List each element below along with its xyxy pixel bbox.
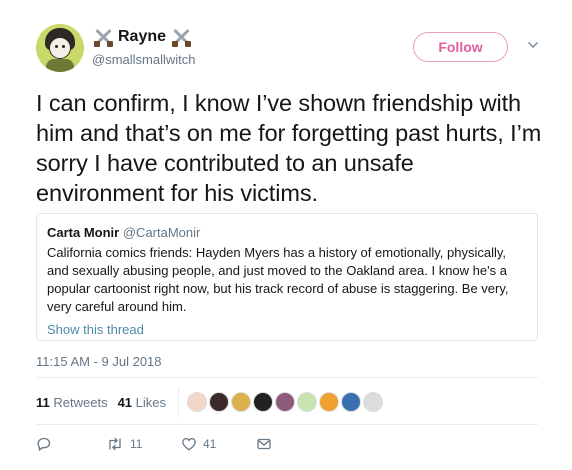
retweet-icon [109, 437, 121, 451]
divider [36, 377, 538, 378]
liker-avatar[interactable] [231, 392, 252, 412]
follow-button[interactable]: Follow [413, 32, 508, 62]
tweet-header: Rayne @smallsmallwitch Follow [36, 24, 556, 76]
tweet-actions: 11 41 [36, 434, 272, 454]
crossed-swords-icon [92, 27, 114, 47]
likes-stat[interactable]: 41 Likes [118, 395, 166, 410]
divider [36, 424, 538, 425]
likes-label: Likes [135, 394, 167, 410]
author-avatar[interactable] [36, 24, 84, 72]
retweets-label: Retweets [53, 394, 108, 410]
crossed-swords-icon [170, 27, 192, 47]
liker-avatar[interactable] [253, 392, 274, 412]
tweet-timestamp[interactable]: 11:15 AM - 9 Jul 2018 [36, 354, 162, 369]
like-count: 41 [203, 437, 217, 451]
envelope-icon [257, 438, 271, 450]
retweet-action[interactable]: 11 [106, 436, 181, 452]
likes-count: 41 [117, 394, 133, 410]
quoted-author-handle: @CartaMonir [122, 225, 201, 240]
retweet-count: 11 [130, 437, 143, 451]
retweets-stat[interactable]: 11 Retweets [36, 395, 108, 410]
stats-separator [178, 387, 180, 417]
reply-icon [37, 437, 51, 452]
liker-avatar[interactable] [319, 392, 340, 412]
liker-avatar[interactable] [275, 392, 296, 412]
author-name-row[interactable]: Rayne [92, 26, 192, 48]
liker-avatar[interactable] [187, 392, 208, 412]
author-display-name[interactable]: Rayne [118, 28, 166, 46]
heart-icon [182, 437, 196, 451]
like-action[interactable]: 41 [181, 436, 256, 452]
quoted-tweet-text: California comics friends: Hayden Myers … [47, 245, 509, 314]
direct-message-action[interactable] [256, 436, 272, 452]
retweets-count: 11 [36, 394, 50, 410]
liker-avatar[interactable] [297, 392, 318, 412]
author-handle[interactable]: @smallsmallwitch [92, 52, 196, 67]
liker-avatar[interactable] [209, 392, 230, 412]
liker-avatars [187, 392, 384, 412]
show-thread-link[interactable]: Show this thread [47, 322, 527, 337]
chevron-down-icon[interactable] [526, 38, 540, 52]
liker-avatar[interactable] [341, 392, 362, 412]
quoted-tweet-header: Carta Monir @CartaMonir [47, 224, 527, 242]
tweet-stats: 11 Retweets 41 Likes [36, 384, 538, 420]
quoted-author-name: Carta Monir [47, 225, 120, 240]
tweet-text: I can confirm, I know I’ve shown friends… [36, 90, 542, 206]
liker-avatar[interactable] [363, 392, 384, 412]
quoted-tweet[interactable]: Carta Monir @CartaMonir California comic… [36, 213, 538, 341]
reply-action[interactable] [36, 436, 106, 452]
